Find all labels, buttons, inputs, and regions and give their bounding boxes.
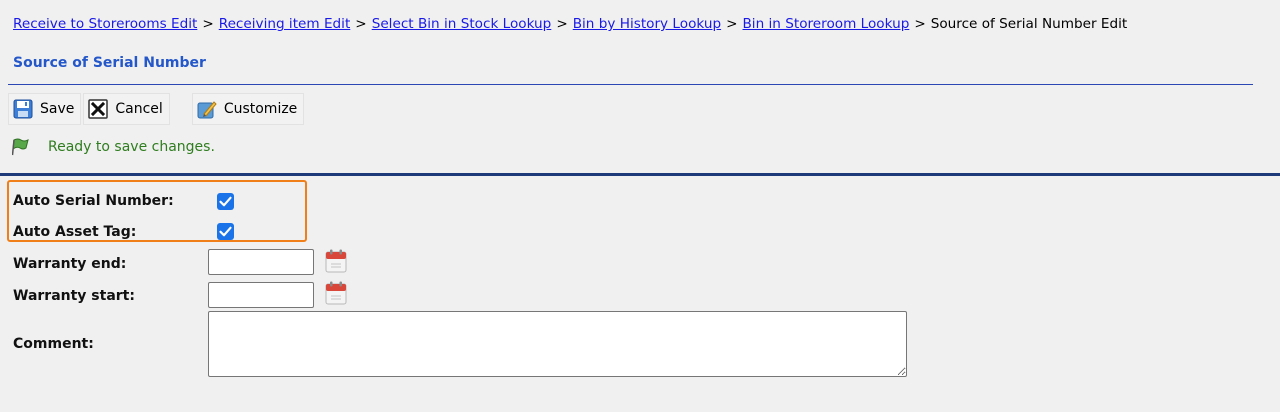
warranty-end-label: Warranty end:: [13, 256, 127, 272]
customize-button[interactable]: Customize: [191, 93, 305, 125]
breadcrumb-separator: >: [914, 16, 926, 32]
auto-asset-tag-checkbox[interactable]: [217, 223, 234, 240]
cancel-button[interactable]: Cancel: [83, 93, 170, 125]
comment-textarea[interactable]: [208, 311, 907, 377]
customize-button-label: Customize: [223, 101, 298, 117]
breadcrumb-current: Source of Serial Number Edit: [930, 16, 1128, 32]
status-text: Ready to save changes.: [48, 139, 215, 155]
breadcrumb-link-bin-by-history[interactable]: Bin by History Lookup: [573, 16, 721, 32]
breadcrumb-link-receiving-item[interactable]: Receiving item Edit: [219, 16, 351, 32]
auto-serial-number-checkbox[interactable]: [217, 193, 234, 210]
breadcrumb: Receive to Storerooms Edit > Receiving ite…: [13, 16, 1127, 32]
warranty-end-input[interactable]: [208, 249, 314, 275]
breadcrumb-separator: >: [556, 16, 568, 32]
breadcrumb-link-select-bin-in-stock[interactable]: Select Bin in Stock Lookup: [372, 16, 552, 32]
close-icon: [88, 99, 109, 119]
toolbar: Save Cancel Customize: [8, 92, 306, 126]
calendar-icon[interactable]: [325, 249, 347, 273]
save-button-label: Save: [40, 101, 75, 117]
save-button[interactable]: Save: [8, 93, 82, 125]
title-divider: [8, 84, 1253, 85]
breadcrumb-separator: >: [202, 16, 214, 32]
green-flag-icon: [11, 138, 30, 156]
auto-serial-number-label: Auto Serial Number:: [13, 193, 174, 209]
status-message: Ready to save changes.: [11, 138, 215, 156]
breadcrumb-separator: >: [355, 16, 367, 32]
breadcrumb-link-bin-in-storeroom[interactable]: Bin in Storeroom Lookup: [742, 16, 909, 32]
comment-label: Comment:: [13, 336, 94, 352]
breadcrumb-separator: >: [726, 16, 738, 32]
form-divider: [0, 173, 1280, 176]
checkmark-icon: [219, 196, 232, 207]
cancel-button-label: Cancel: [115, 101, 163, 117]
auto-asset-tag-label: Auto Asset Tag:: [13, 224, 137, 240]
customize-icon: [197, 99, 217, 119]
warranty-start-input[interactable]: [208, 282, 314, 308]
checkmark-icon: [219, 226, 232, 237]
breadcrumb-link-receive-to-storerooms[interactable]: Receive to Storerooms Edit: [13, 16, 197, 32]
calendar-icon[interactable]: [325, 281, 347, 305]
floppy-disk-icon: [13, 99, 33, 119]
warranty-start-label: Warranty start:: [13, 288, 135, 304]
page-title: Source of Serial Number: [13, 55, 206, 71]
